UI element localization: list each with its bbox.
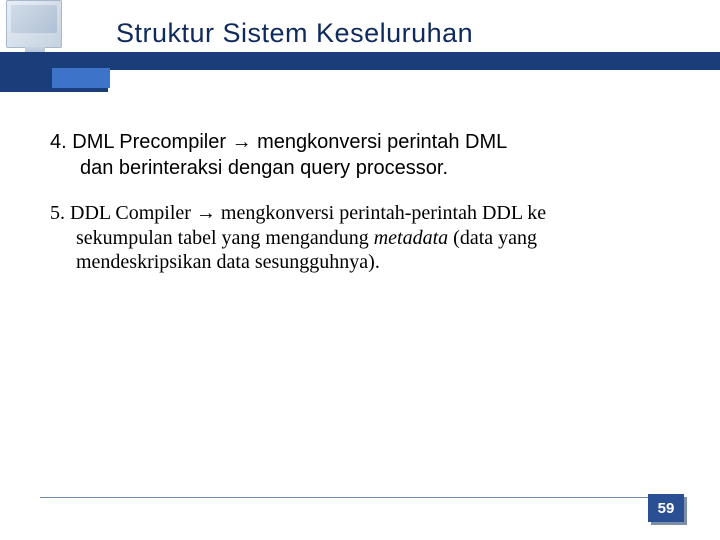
item-tail-2: dan berinteraksi dengan query processor.: [50, 156, 670, 182]
arrow-glyph: →: [232, 131, 252, 153]
page-number: 59: [658, 500, 675, 517]
item-tail-3: mendeskripsikan data sesungguhnya).: [50, 250, 670, 274]
footer-divider: [40, 497, 680, 498]
slide-content: 4. DML Precompiler → mengkonversi perint…: [50, 130, 670, 294]
item-tail-2a: sekumpulan tabel yang mengandung: [76, 227, 374, 249]
computer-monitor-icon: [6, 0, 62, 48]
italic-term: metadata: [374, 227, 448, 249]
slide-header: Struktur Sistem Keseluruhan: [0, 0, 720, 95]
item-tail-1-text: mengkonversi perintah DML: [257, 131, 507, 153]
item-tail-2b: (data yang: [448, 227, 537, 249]
item-tail-2: sekumpulan tabel yang mengandung metadat…: [50, 226, 670, 250]
item-lead-text: DDL Compiler: [70, 202, 191, 224]
slide-title: Struktur Sistem Keseluruhan: [116, 18, 473, 49]
item-number: 4.: [50, 131, 67, 153]
item-tail-1-text: mengkonversi perintah-perintah DDL ke: [221, 202, 546, 224]
item-lead-text: DML Precompiler: [72, 131, 226, 153]
bullet-item-5: 5. DDL Compiler → mengkonversi perintah-…: [50, 201, 670, 274]
page-number-badge: 59: [648, 494, 684, 522]
bullet-item-4: 4. DML Precompiler → mengkonversi perint…: [50, 130, 670, 181]
item-number: 5.: [50, 202, 65, 224]
arrow-glyph: →: [196, 202, 216, 224]
title-accent-tab: [52, 68, 110, 88]
